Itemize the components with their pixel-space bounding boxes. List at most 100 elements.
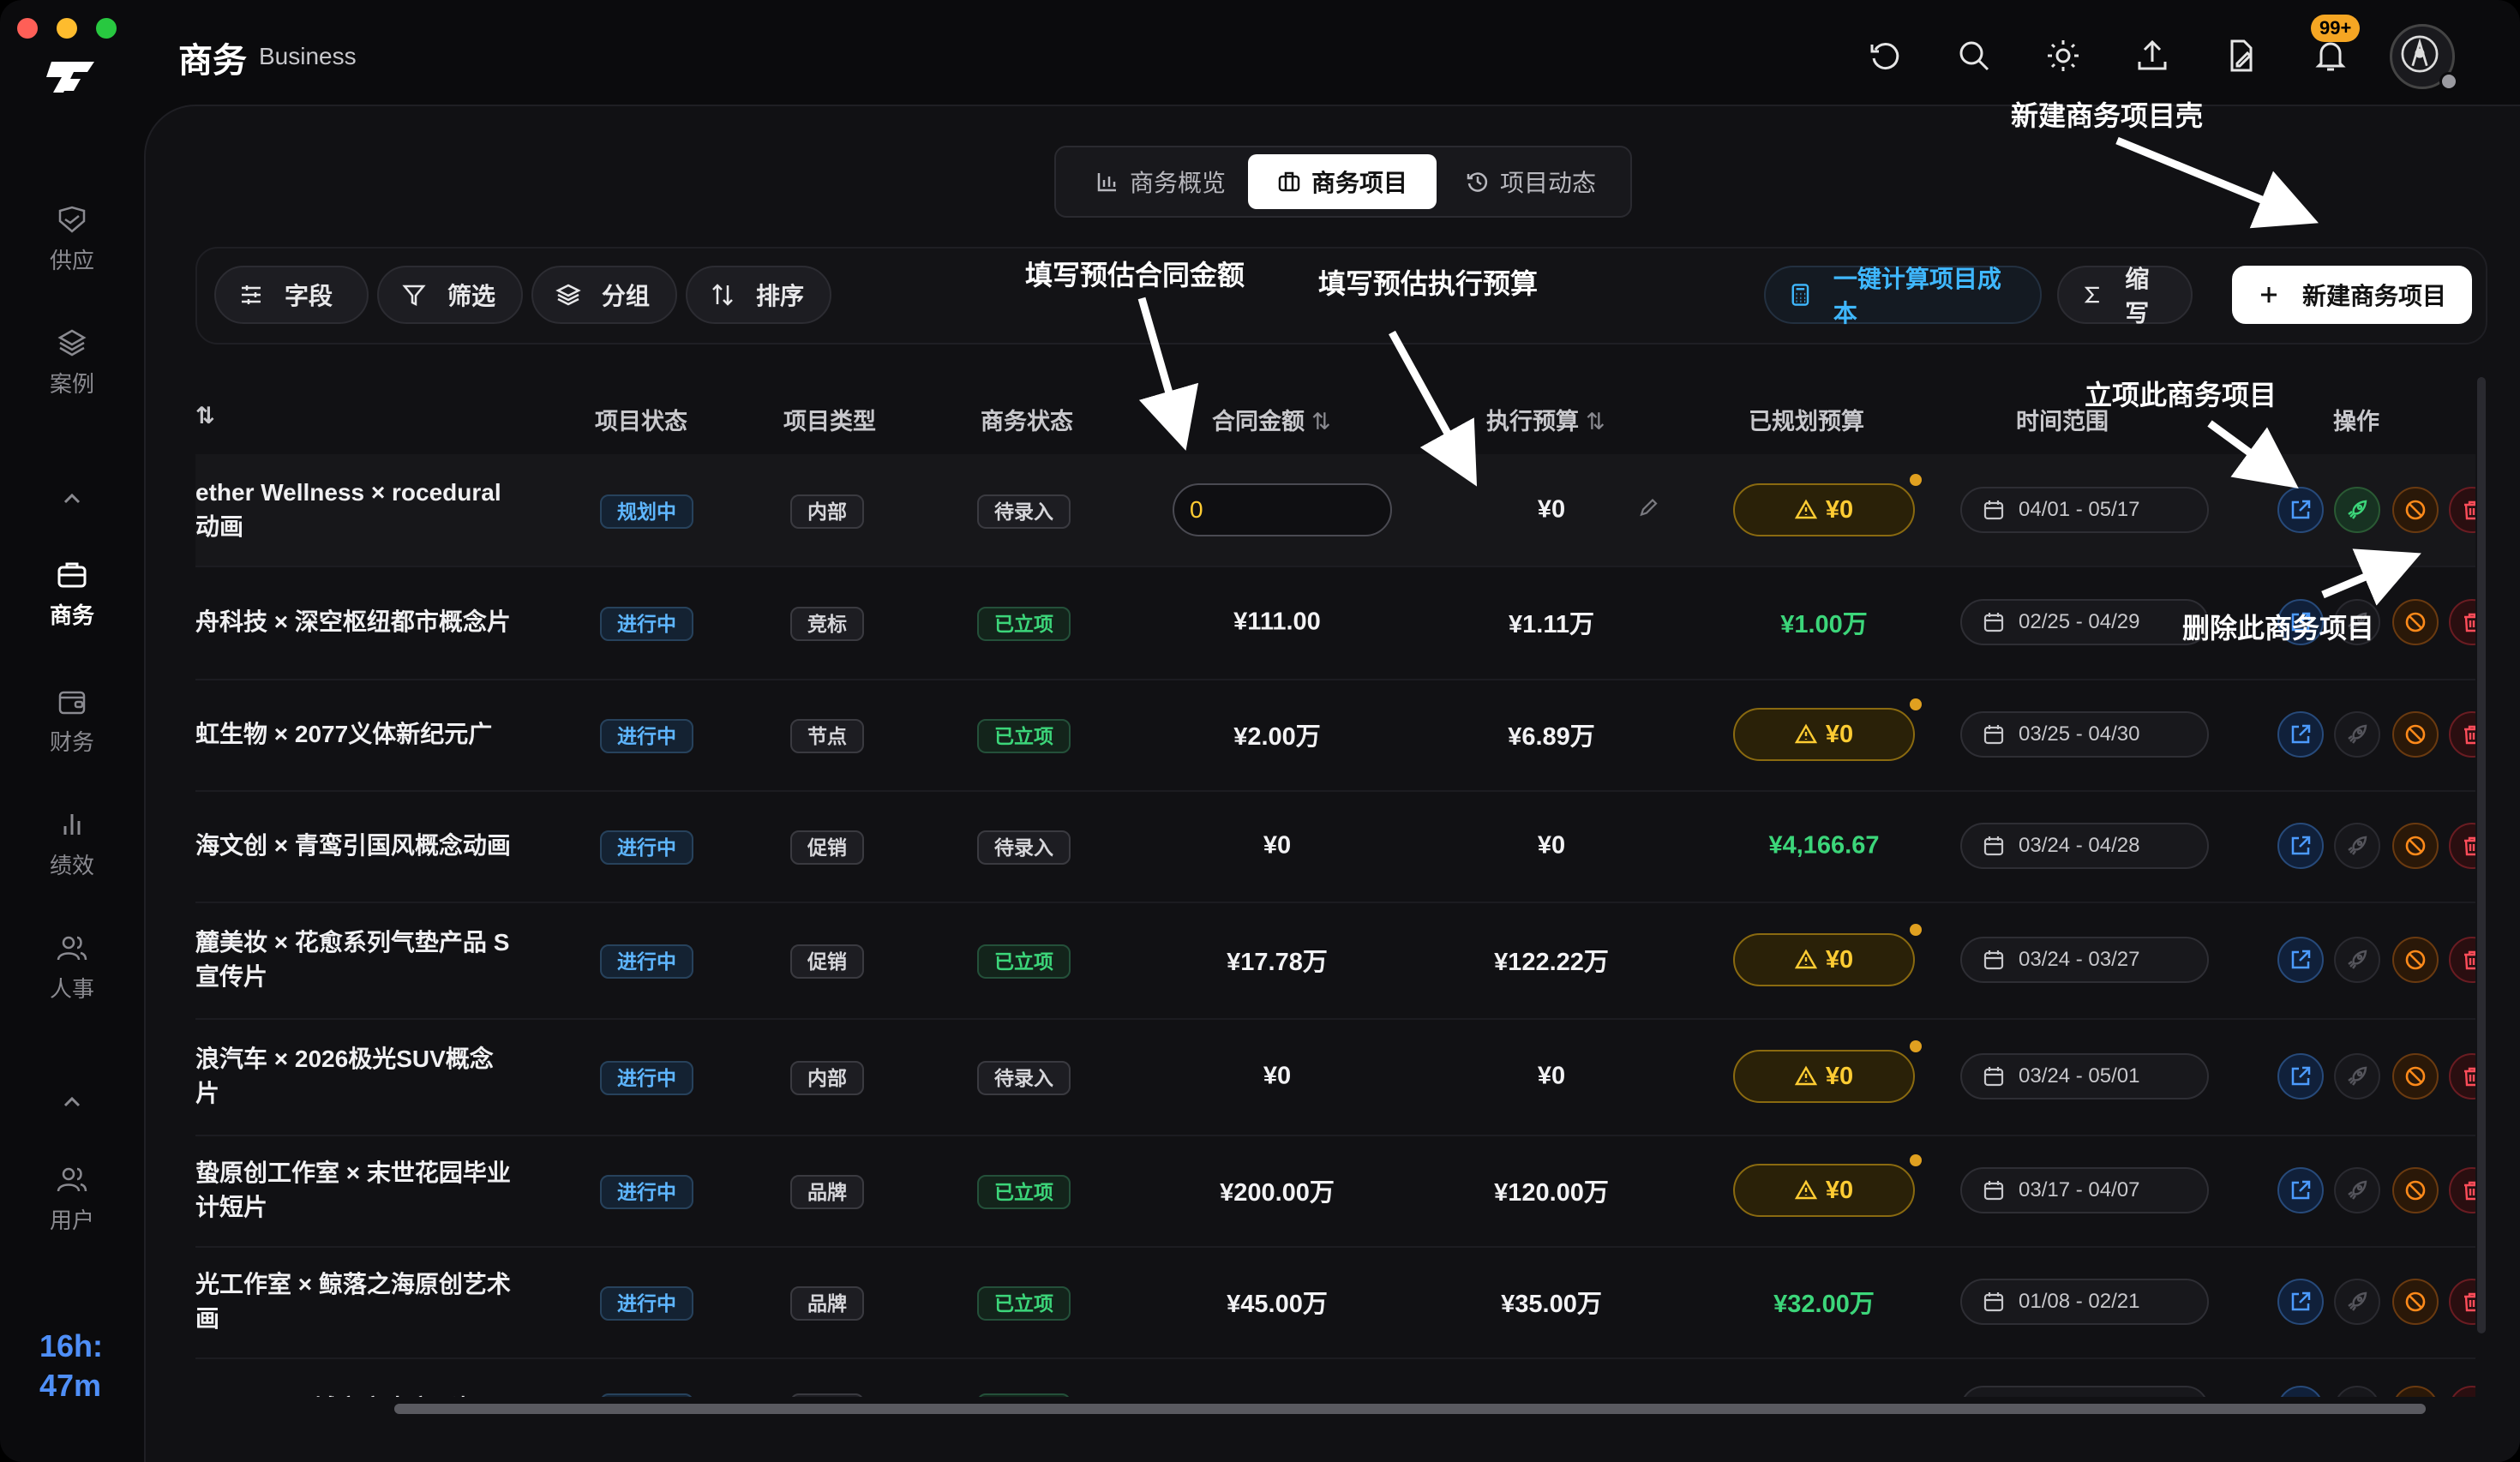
project-name[interactable]: 浪汽车 × 2026极光SUV概念 片	[195, 1042, 521, 1111]
search-icon[interactable]	[1956, 38, 1992, 74]
project-type-badge[interactable]: 品牌	[790, 1175, 864, 1209]
table-row[interactable]: 海文创 × 青鸾引国风概念动画 进行中 促销 待录入 ¥0 ¥0 ¥4,166.…	[195, 790, 2475, 903]
open-project-button[interactable]	[2277, 711, 2324, 758]
disable-project-button[interactable]	[2392, 711, 2439, 758]
project-name[interactable]: 光工作室 × 鲸落之海原创艺术 画	[195, 1267, 521, 1336]
execution-budget[interactable]: ¥0	[1457, 496, 1646, 524]
project-name[interactable]: 舟科技 × 深空枢纽都市概念片	[195, 605, 521, 639]
execution-budget[interactable]: ¥6.89万	[1457, 716, 1646, 752]
project-type-badge[interactable]: 促销	[790, 830, 864, 865]
project-type-badge[interactable]: 内部	[790, 1061, 864, 1095]
upload-icon[interactable]	[2134, 38, 2170, 74]
contract-amount[interactable]: ¥2.00万	[1183, 716, 1371, 752]
header-type[interactable]: 项目类型	[783, 403, 876, 436]
project-name[interactable]: 虹生物 × 2077义体新纪元广	[195, 717, 521, 752]
project-type-badge[interactable]: 促销	[790, 944, 864, 979]
disable-project-button[interactable]	[2392, 487, 2439, 533]
biz-status-badge[interactable]: 已立项	[977, 607, 1071, 641]
execution-budget[interactable]: ¥120.00万	[1457, 1172, 1646, 1208]
abbreviation-button[interactable]: 缩写	[2057, 266, 2193, 327]
project-name[interactable]: 海文创 × 青鸾引国风概念动画	[195, 829, 521, 863]
date-range-picker[interactable]: 03/24 - 04/28	[1960, 823, 2209, 869]
sort-icon[interactable]: ⇅	[1311, 409, 1331, 434]
disable-project-button[interactable]	[2392, 1279, 2439, 1325]
biz-status-badge[interactable]: 已立项	[977, 944, 1071, 979]
date-range-picker[interactable]: 03/24 - 05/01	[1960, 1053, 2209, 1099]
biz-status-badge[interactable]: 已立项	[977, 1286, 1071, 1321]
project-name[interactable]: yLattice × 城市空中交通枢	[195, 1392, 521, 1397]
open-project-button[interactable]	[2277, 1167, 2324, 1213]
project-status-badge[interactable]: 进行中	[600, 1286, 693, 1321]
header-contract[interactable]: 合同金额 ⇅	[1212, 403, 1331, 436]
approve-project-button[interactable]	[2334, 937, 2380, 983]
planned-budget-warning[interactable]: ¥0	[1733, 933, 1915, 986]
date-range-picker[interactable]: 02/25 - 04/29	[1960, 599, 2209, 645]
refresh-icon[interactable]	[1867, 38, 1903, 74]
approve-project-button[interactable]	[2334, 1279, 2380, 1325]
project-status-badge[interactable]: 进行中	[600, 1061, 693, 1095]
delete-project-button[interactable]	[2449, 823, 2475, 869]
app-logo-icon[interactable]	[43, 57, 99, 98]
tab-overview[interactable]: 商务概览	[1063, 154, 1258, 209]
approve-project-button[interactable]	[2334, 823, 2380, 869]
delete-project-button[interactable]	[2449, 711, 2475, 758]
execution-budget[interactable]: ¥122.22万	[1457, 942, 1646, 978]
contract-amount[interactable]: ¥0	[1183, 832, 1371, 860]
project-type-badge[interactable]: 节点	[790, 719, 864, 753]
project-status-badge[interactable]: 进行中	[600, 1393, 693, 1397]
tab-projects[interactable]: 商务项目	[1248, 154, 1437, 209]
scrollbar-thumb[interactable]	[394, 1404, 2426, 1414]
file-edit-icon[interactable]	[2223, 38, 2259, 74]
project-type-badge[interactable]: 品牌	[790, 1286, 864, 1321]
delete-project-button[interactable]	[2449, 1053, 2475, 1099]
open-project-button[interactable]	[2277, 1279, 2324, 1325]
sidebar-item-finance[interactable]: 财务	[0, 684, 144, 757]
biz-status-badge[interactable]: 待录入	[977, 830, 1071, 865]
delete-project-button[interactable]	[2449, 1279, 2475, 1325]
planned-budget-warning[interactable]: ¥0	[1733, 708, 1915, 761]
delete-project-button[interactable]	[2449, 1386, 2475, 1397]
pencil-icon[interactable]	[1637, 497, 1659, 524]
sort-button[interactable]: 排序	[686, 266, 831, 324]
sort-icon[interactable]: ⇅	[1586, 409, 1605, 434]
header-budget[interactable]: 执行预算 ⇅	[1486, 403, 1605, 436]
approve-project-button[interactable]	[2334, 1053, 2380, 1099]
project-status-badge[interactable]: 进行中	[600, 1175, 693, 1209]
delete-project-button[interactable]	[2449, 487, 2475, 533]
sidebar-item-cases[interactable]: 案例	[0, 326, 144, 398]
table-row[interactable]: 麓美妆 × 花愈系列气垫产品 S宣传片 进行中 促销 已立项 ¥17.78万 ¥…	[195, 902, 2475, 1020]
sidebar-item-hr[interactable]: 人事	[0, 931, 144, 1004]
approve-project-button[interactable]	[2334, 1386, 2380, 1397]
planned-budget-warning[interactable]: ¥0	[1733, 483, 1915, 536]
calc-cost-button[interactable]: 一键计算项目成本	[1764, 266, 2042, 327]
sun-icon[interactable]	[2045, 38, 2081, 74]
table-row[interactable]: 舟科技 × 深空枢纽都市概念片 进行中 竞标 已立项 ¥111.00 ¥1.11…	[195, 566, 2475, 680]
approve-project-button[interactable]	[2334, 1167, 2380, 1213]
contract-amount[interactable]: ¥45.00万	[1183, 1284, 1371, 1320]
contract-amount[interactable]: ¥111.00	[1183, 608, 1371, 637]
project-name[interactable]: ether Wellness × rocedural动画	[195, 476, 521, 544]
project-name[interactable]: 蛰原创工作室 × 末世花园毕业 计短片	[195, 1156, 521, 1225]
table-row[interactable]: ether Wellness × rocedural动画 规划中 内部 待录入 …	[195, 454, 2475, 567]
date-range-picker[interactable]: 03/25 - 04/30	[1960, 711, 2209, 758]
vertical-scrollbar[interactable]	[2477, 377, 2486, 1333]
project-status-badge[interactable]: 进行中	[600, 830, 693, 865]
bell-icon[interactable]	[2313, 38, 2349, 74]
project-status-badge[interactable]: 进行中	[600, 719, 693, 753]
execution-budget[interactable]: ¥0	[1457, 832, 1646, 860]
table-row[interactable]: yLattice × 城市空中交通枢 进行中 品牌 已立项 ¥65.00万 ¥5…	[195, 1357, 2475, 1397]
project-type-badge[interactable]: 内部	[790, 494, 864, 529]
table-row[interactable]: 虹生物 × 2077义体新纪元广 进行中 节点 已立项 ¥2.00万 ¥6.89…	[195, 679, 2475, 792]
delete-project-button[interactable]	[2449, 1167, 2475, 1213]
disable-project-button[interactable]	[2392, 599, 2439, 645]
header-planned[interactable]: 已规划预算	[1749, 403, 1864, 436]
date-range-picker[interactable]: 03/17 - 04/07	[1960, 1167, 2209, 1213]
filter-button[interactable]: 筛选	[377, 266, 523, 324]
biz-status-badge[interactable]: 待录入	[977, 1061, 1071, 1095]
open-project-button[interactable]	[2277, 823, 2324, 869]
approve-project-button[interactable]	[2334, 487, 2380, 533]
date-range-picker[interactable]: 10/01 - 11/01	[1960, 1386, 2209, 1397]
contract-amount[interactable]: ¥200.00万	[1183, 1172, 1371, 1208]
project-name[interactable]: 麓美妆 × 花愈系列气垫产品 S宣传片	[195, 926, 521, 994]
sidebar-item-supply[interactable]: 供应	[0, 202, 144, 275]
